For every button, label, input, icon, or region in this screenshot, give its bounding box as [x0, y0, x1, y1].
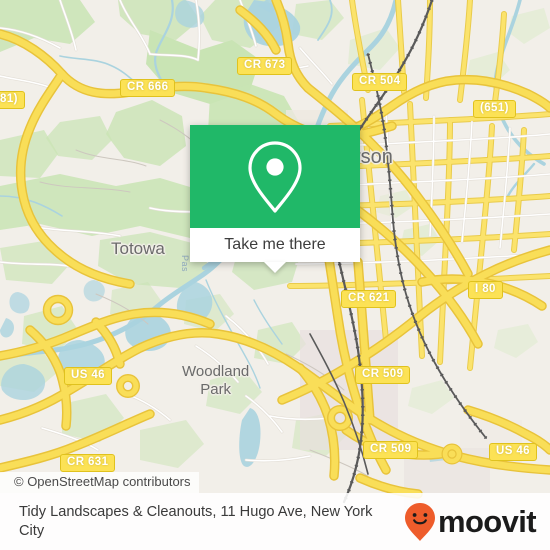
moovit-pin-smile-icon	[404, 502, 435, 541]
take-me-there-button[interactable]: Take me there	[190, 228, 360, 273]
shield-cr-509-north: CR 509	[355, 366, 411, 384]
shield-i-80: I 80	[468, 281, 503, 299]
moovit-wordmark: moovit	[437, 504, 537, 539]
shield-cr-673: CR 673	[237, 57, 293, 75]
shield-cr-666: CR 666	[120, 79, 176, 97]
location-title: Tidy Landscapes & Cleanouts, 11 Hugo Ave…	[19, 503, 373, 539]
map-pin-icon	[248, 140, 302, 213]
popup-pointer	[264, 262, 286, 273]
popup-image-placeholder	[190, 125, 360, 228]
shield-us-46-east: US 46	[489, 443, 537, 461]
shield-cr-621: CR 621	[341, 290, 397, 308]
moovit-logo[interactable]: moovit	[404, 502, 537, 542]
map-popup-card[interactable]: Take me there	[190, 125, 360, 273]
shield-cr-509-south: CR 509	[363, 441, 419, 459]
shield-681: (681)	[0, 91, 25, 109]
take-me-there-label: Take me there	[224, 236, 326, 253]
shield-cr-504: CR 504	[352, 73, 408, 91]
map-screenshot-root: .w { fill:#AAD3DF; } .wl { stroke:#AAD3D…	[0, 0, 550, 550]
footer-bar: Tidy Landscapes & Cleanouts, 11 Hugo Ave…	[0, 493, 550, 550]
shield-us-46-west: US 46	[64, 367, 112, 385]
shield-cr-631: CR 631	[60, 454, 116, 472]
place-label-totowa: Totowa	[111, 239, 165, 258]
place-label-woodland-park: Woodland Park	[182, 363, 250, 398]
water-label-passaic-river: Pas	[180, 255, 190, 273]
map-canvas[interactable]: .w { fill:#AAD3DF; } .wl { stroke:#AAD3D…	[0, 0, 550, 550]
map-attribution[interactable]: © OpenStreetMap contributors	[0, 472, 199, 493]
shield-651: (651)	[473, 100, 516, 118]
